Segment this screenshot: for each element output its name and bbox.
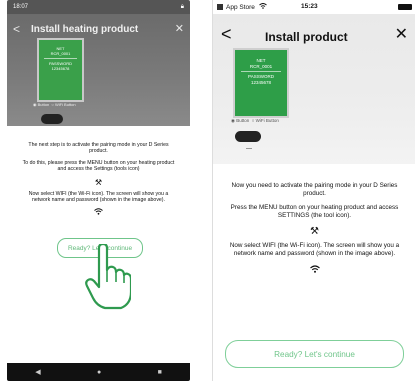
status-bar: 18:07 🔒︎ xyxy=(7,0,190,14)
app-store-icon xyxy=(217,4,223,10)
pointing-hand-icon xyxy=(85,244,131,310)
device-divider xyxy=(246,148,252,149)
back-icon[interactable]: < xyxy=(221,24,232,45)
instruction-text-1: The next step is to activate the pairing… xyxy=(28,142,169,155)
device-button xyxy=(235,131,261,142)
wifi-status-icon xyxy=(259,3,267,11)
instructions: Now you need to activate the pairing mod… xyxy=(213,182,415,275)
status-bar: App Store 15:23 xyxy=(213,0,415,14)
page-title: Install product xyxy=(265,30,348,44)
status-app: App Store xyxy=(226,3,255,11)
display-net-value: RCR_0001 xyxy=(249,63,273,69)
instruction-text-1: Now you need to activate the pairing mod… xyxy=(231,182,398,197)
header-illustration: < Install product ✕ NET RCR_0001 PASSWOR… xyxy=(213,14,415,164)
display-divider xyxy=(241,71,281,72)
instructions: The next step is to activate the pairing… xyxy=(7,126,190,219)
header-illustration: < Install heating product ✕ NET RCR_0001… xyxy=(7,14,190,126)
device-radio-labels: ◉ Button ○ WiFi Button xyxy=(33,102,76,107)
android-screen: 18:07 🔒︎ < Install heating product ✕ NET… xyxy=(7,0,190,381)
battery-icon xyxy=(398,4,412,10)
wifi-icon xyxy=(213,265,415,275)
device-display: NET RCR_0001 PASSWORD 12345678 xyxy=(233,48,289,118)
wifi-icon xyxy=(7,208,190,217)
device-radio-labels: ◉ Button ○ WiFi Button xyxy=(231,118,279,123)
display-net-value: RCR_0001 xyxy=(50,51,71,56)
display-divider xyxy=(44,58,77,59)
status-time: 15:23 xyxy=(301,3,318,10)
back-icon[interactable]: < xyxy=(13,22,20,36)
instruction-text-3: Now select WIFI (the Wi-Fi icon). The sc… xyxy=(28,190,169,204)
tools-icon: ⚒ xyxy=(94,177,103,187)
android-nav-bar: ◀ ● ■ xyxy=(7,363,190,381)
display-password-value: 12345678 xyxy=(250,79,272,85)
ios-screen: App Store 15:23 < Install product ✕ NET … xyxy=(212,0,415,381)
continue-button[interactable]: Ready? Let's continue xyxy=(225,340,404,368)
status-time: 18:07 xyxy=(13,4,29,10)
device-display: NET RCR_0001 PASSWORD 12345678 xyxy=(37,38,84,102)
instruction-text-2: To do this, please press the MENU button… xyxy=(22,159,175,173)
close-icon[interactable]: ✕ xyxy=(175,22,184,35)
instruction-text-3: Now select WIFI (the Wi-Fi icon). The sc… xyxy=(229,242,400,257)
nav-back-icon[interactable]: ◀ xyxy=(35,368,40,376)
lock-icon: 🔒︎ xyxy=(180,3,184,10)
nav-recents-icon[interactable]: ■ xyxy=(158,369,162,376)
tools-icon: ⚒ xyxy=(310,226,319,238)
close-icon[interactable]: ✕ xyxy=(395,24,408,44)
display-password-value: 12345678 xyxy=(51,66,70,71)
nav-home-icon[interactable]: ● xyxy=(97,369,101,376)
page-title: Install heating product xyxy=(31,24,139,35)
instruction-text-2: Press the MENU button on your heating pr… xyxy=(230,204,399,219)
device-button xyxy=(41,114,63,124)
